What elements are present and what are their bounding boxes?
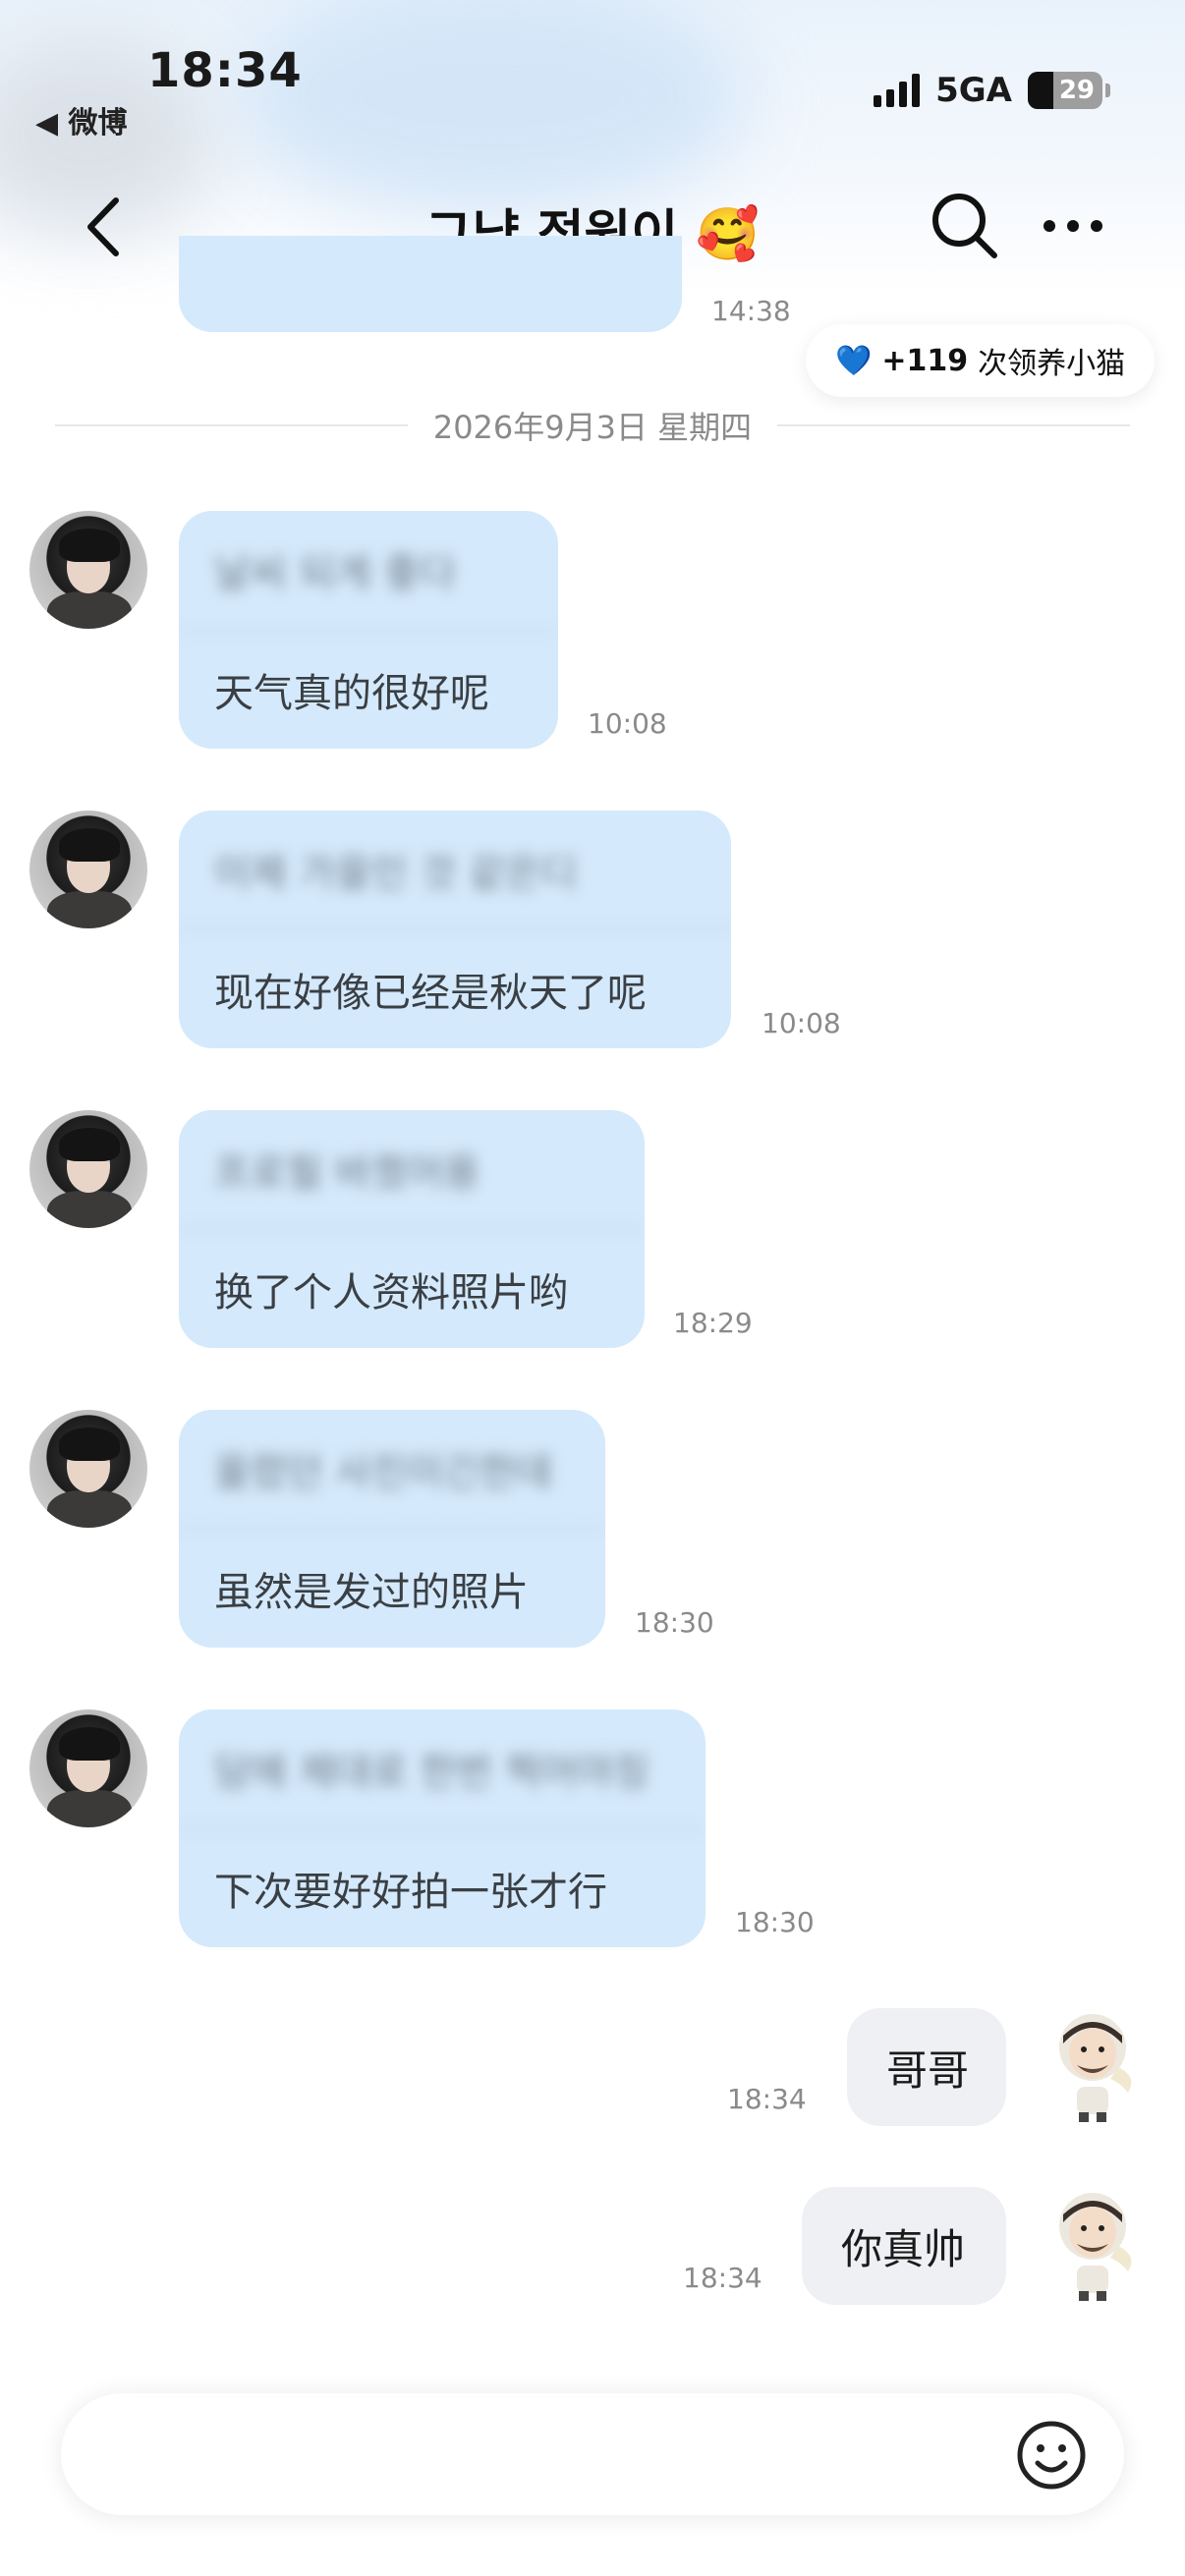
avatar[interactable] bbox=[29, 1709, 147, 1827]
message-time: 18:30 bbox=[735, 1906, 815, 1938]
smiley-icon bbox=[1017, 2421, 1086, 2490]
quoted-original-text: 이제 가을인 것 같은디 bbox=[179, 811, 731, 930]
adopt-count: +119 bbox=[881, 343, 969, 378]
blue-heart-icon: 💙 bbox=[835, 343, 873, 378]
quoted-original-text: 올렸던 사진이긴한데 bbox=[179, 1410, 605, 1530]
battery-icon: 29 bbox=[1028, 72, 1110, 109]
avatar[interactable] bbox=[29, 811, 147, 928]
quoted-original-text: 담에 제대로 한번 찍어야징 bbox=[179, 1709, 705, 1829]
quoted-original-text: 프로필 바꿨어용 bbox=[179, 1110, 645, 1230]
message-time: 18:30 bbox=[635, 1606, 714, 1639]
avatar[interactable] bbox=[1047, 2008, 1142, 2126]
back-to-app-link[interactable]: ◀ 微博 bbox=[35, 98, 128, 141]
message-bubble[interactable]: 哥哥 bbox=[847, 2008, 1006, 2126]
dot-icon bbox=[1044, 220, 1055, 232]
message-text: 换了个人资料照片哟 bbox=[214, 1270, 568, 1316]
battery-level: 29 bbox=[1058, 76, 1095, 105]
search-icon bbox=[932, 194, 997, 258]
dot-icon bbox=[1091, 220, 1102, 232]
dot-icon bbox=[1067, 220, 1079, 232]
message-bubble-partial[interactable] bbox=[179, 236, 682, 332]
divider bbox=[777, 424, 1130, 426]
message-time: 18:34 bbox=[683, 2262, 762, 2294]
cartoon-avatar-icon bbox=[1059, 2014, 1132, 2122]
quoted-original-text: 날씨 되게 좋다 bbox=[179, 511, 558, 631]
avatar[interactable] bbox=[29, 511, 147, 629]
search-button[interactable] bbox=[930, 191, 1000, 261]
message-text: 现在好像已经是秋天了呢 bbox=[214, 971, 647, 1016]
message-time: 14:38 bbox=[711, 295, 791, 327]
status-indicators: 5GA 29 bbox=[874, 71, 1110, 110]
signal-icon bbox=[874, 74, 921, 107]
message-input[interactable] bbox=[61, 2393, 1124, 2515]
avatar[interactable] bbox=[29, 1410, 147, 1528]
message-time: 10:08 bbox=[762, 1007, 841, 1039]
blurred-background bbox=[236, 0, 747, 216]
message-bubble[interactable]: 올렸던 사진이긴한데 虽然是发过的照片 bbox=[179, 1410, 605, 1648]
adopt-cat-badge[interactable]: 💙 +119 次领养小猫 bbox=[806, 324, 1156, 397]
message-text: 天气真的很好呢 bbox=[214, 671, 489, 716]
message-time: 18:29 bbox=[673, 1307, 753, 1339]
adopt-label: 次领养小猫 bbox=[978, 347, 1126, 381]
message-time: 10:08 bbox=[588, 707, 667, 740]
message-text: 虽然是发过的照片 bbox=[214, 1570, 529, 1615]
more-options-button[interactable] bbox=[1044, 206, 1112, 246]
message-bubble[interactable]: 날씨 되게 좋다 天气真的很好呢 bbox=[179, 511, 558, 749]
cartoon-avatar-icon bbox=[1059, 2193, 1132, 2301]
message-bubble[interactable]: 프로필 바꿨어용 换了个人资料照片哟 bbox=[179, 1110, 645, 1348]
divider bbox=[55, 424, 408, 426]
message-bubble[interactable]: 이제 가을인 것 같은디 现在好像已经是秋天了呢 bbox=[179, 811, 731, 1048]
message-time: 18:34 bbox=[727, 2083, 807, 2115]
date-separator: 2026年9月3日 星期四 bbox=[55, 403, 1130, 448]
avatar[interactable] bbox=[1047, 2187, 1142, 2305]
avatar[interactable] bbox=[29, 1110, 147, 1228]
emoji-button[interactable] bbox=[1016, 2420, 1087, 2491]
network-type: 5GA bbox=[935, 71, 1012, 110]
message-bubble[interactable]: 你真帅 bbox=[802, 2187, 1006, 2305]
message-bubble[interactable]: 담에 제대로 한번 찍어야징 下次要好好拍一张才行 bbox=[179, 1709, 705, 1947]
message-text: 下次要好好拍一张才行 bbox=[214, 1870, 607, 1915]
status-time: 18:34 bbox=[147, 43, 303, 98]
date-label: 2026年9月3日 星期四 bbox=[432, 409, 753, 446]
